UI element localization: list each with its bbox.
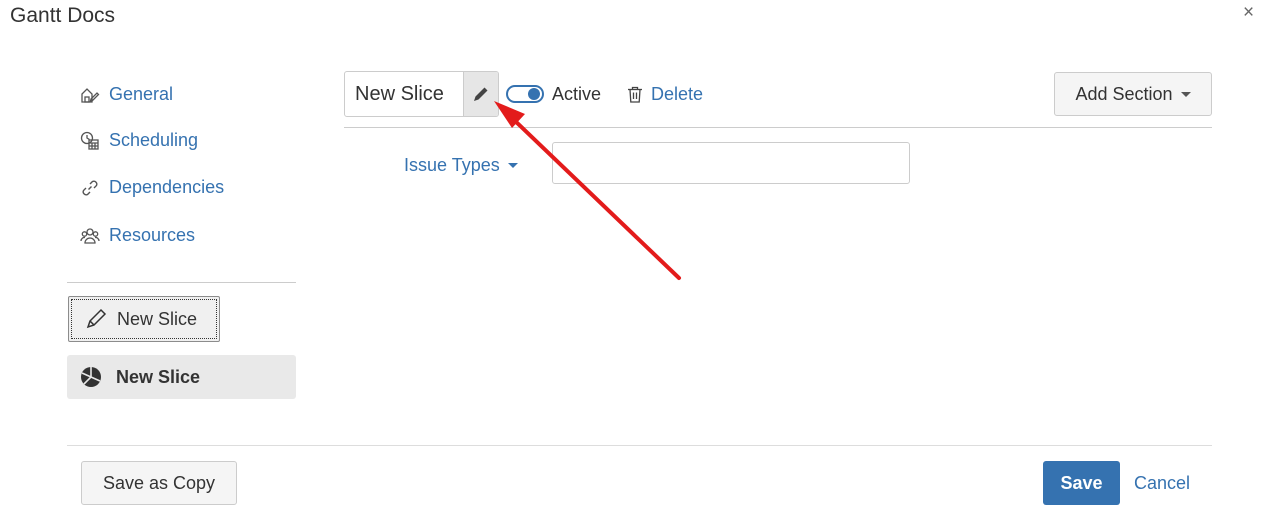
- active-label: Active: [552, 84, 602, 104]
- header-divider: [344, 127, 1212, 128]
- issue-types-dropdown[interactable]: Issue Types: [404, 155, 518, 176]
- sidebar-item-label: General: [109, 84, 174, 104]
- close-icon[interactable]: ×: [1243, 2, 1254, 24]
- slice-name-field[interactable]: New Slice: [344, 71, 499, 117]
- sidebar-item-label: Dependencies: [109, 177, 225, 197]
- issue-types-label: Issue Types: [404, 155, 500, 175]
- issue-types-input[interactable]: [552, 142, 910, 184]
- delete-link[interactable]: Delete: [627, 84, 703, 105]
- toggle-knob: [528, 88, 540, 100]
- cancel-link[interactable]: Cancel: [1134, 473, 1190, 494]
- sidebar-item-label: Scheduling: [109, 130, 199, 150]
- save-as-copy-button[interactable]: Save as Copy: [81, 461, 237, 505]
- new-slice-button-label: New Slice: [117, 308, 198, 329]
- sidebar-item-label: Resources: [109, 225, 196, 245]
- pencil-icon: [474, 87, 488, 101]
- slice-list-item-label: New Slice: [116, 366, 201, 387]
- delete-label: Delete: [651, 84, 704, 104]
- add-section-button[interactable]: Add Section: [1054, 72, 1212, 116]
- people-icon: [80, 227, 100, 244]
- sidebar-divider: [67, 282, 296, 283]
- save-button[interactable]: Save: [1043, 461, 1120, 505]
- slice-list-item[interactable]: New Slice: [67, 355, 296, 399]
- sidebar-item-dependencies[interactable]: Dependencies: [80, 177, 224, 198]
- pie-chart-icon: [81, 367, 101, 387]
- sidebar-item-general[interactable]: General: [80, 84, 173, 105]
- active-toggle[interactable]: [506, 85, 544, 103]
- trash-icon: [628, 86, 642, 103]
- sidebar-item-resources[interactable]: Resources: [80, 225, 195, 246]
- dialog-title: Gantt Docs: [10, 4, 116, 27]
- general-settings-icon: [81, 87, 100, 103]
- link-icon: [82, 180, 98, 195]
- pencil-icon: [86, 308, 107, 329]
- slice-name-text: New Slice: [355, 82, 444, 105]
- add-section-label: Add Section: [1075, 83, 1173, 104]
- chevron-down-icon: [1180, 91, 1191, 97]
- footer-divider: [67, 445, 1212, 446]
- chevron-down-icon: [507, 163, 518, 168]
- sidebar-item-scheduling[interactable]: Scheduling: [80, 130, 198, 151]
- new-slice-button[interactable]: New Slice: [68, 296, 220, 342]
- calendar-clock-icon: [80, 131, 99, 150]
- edit-name-button[interactable]: [463, 72, 498, 116]
